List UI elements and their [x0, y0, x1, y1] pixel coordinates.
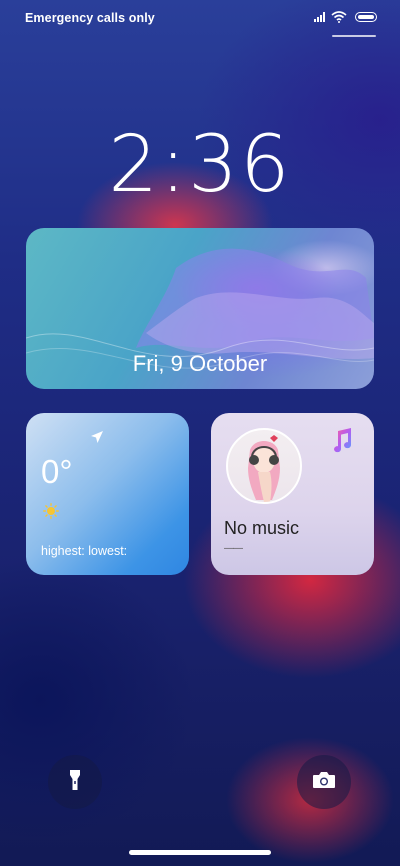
notification-shade-handle[interactable]: [332, 35, 376, 37]
battery-icon: [355, 12, 377, 22]
flashlight-button[interactable]: [48, 755, 102, 809]
weather-widget[interactable]: 0° highest: lowest:: [26, 413, 189, 575]
lockscreen-clock: 2:36: [108, 120, 292, 210]
camera-icon: [312, 771, 336, 794]
flashlight-icon: [69, 769, 81, 796]
status-icons: [314, 11, 377, 23]
music-widget[interactable]: No music ——: [211, 413, 374, 575]
signal-icon: [314, 12, 326, 22]
music-note-icon[interactable]: [330, 428, 354, 459]
album-art[interactable]: [226, 428, 302, 504]
track-title: No music: [224, 518, 300, 538]
date-widget[interactable]: Fri, 9 October: [26, 228, 374, 389]
temperature-value: 0°: [41, 453, 73, 490]
location-icon: [90, 430, 104, 449]
high-low-label: highest: lowest:: [41, 544, 128, 558]
date-label: Fri, 9 October: [132, 351, 268, 376]
home-indicator[interactable]: [129, 850, 271, 855]
wifi-icon: [331, 11, 347, 23]
status-bar: Emergency calls only: [0, 0, 400, 37]
album-art-illustration: [248, 435, 280, 502]
camera-button[interactable]: [297, 755, 351, 809]
sun-icon: [43, 503, 59, 524]
track-artist: ——: [224, 543, 243, 554]
carrier-status: Emergency calls only: [25, 11, 155, 25]
